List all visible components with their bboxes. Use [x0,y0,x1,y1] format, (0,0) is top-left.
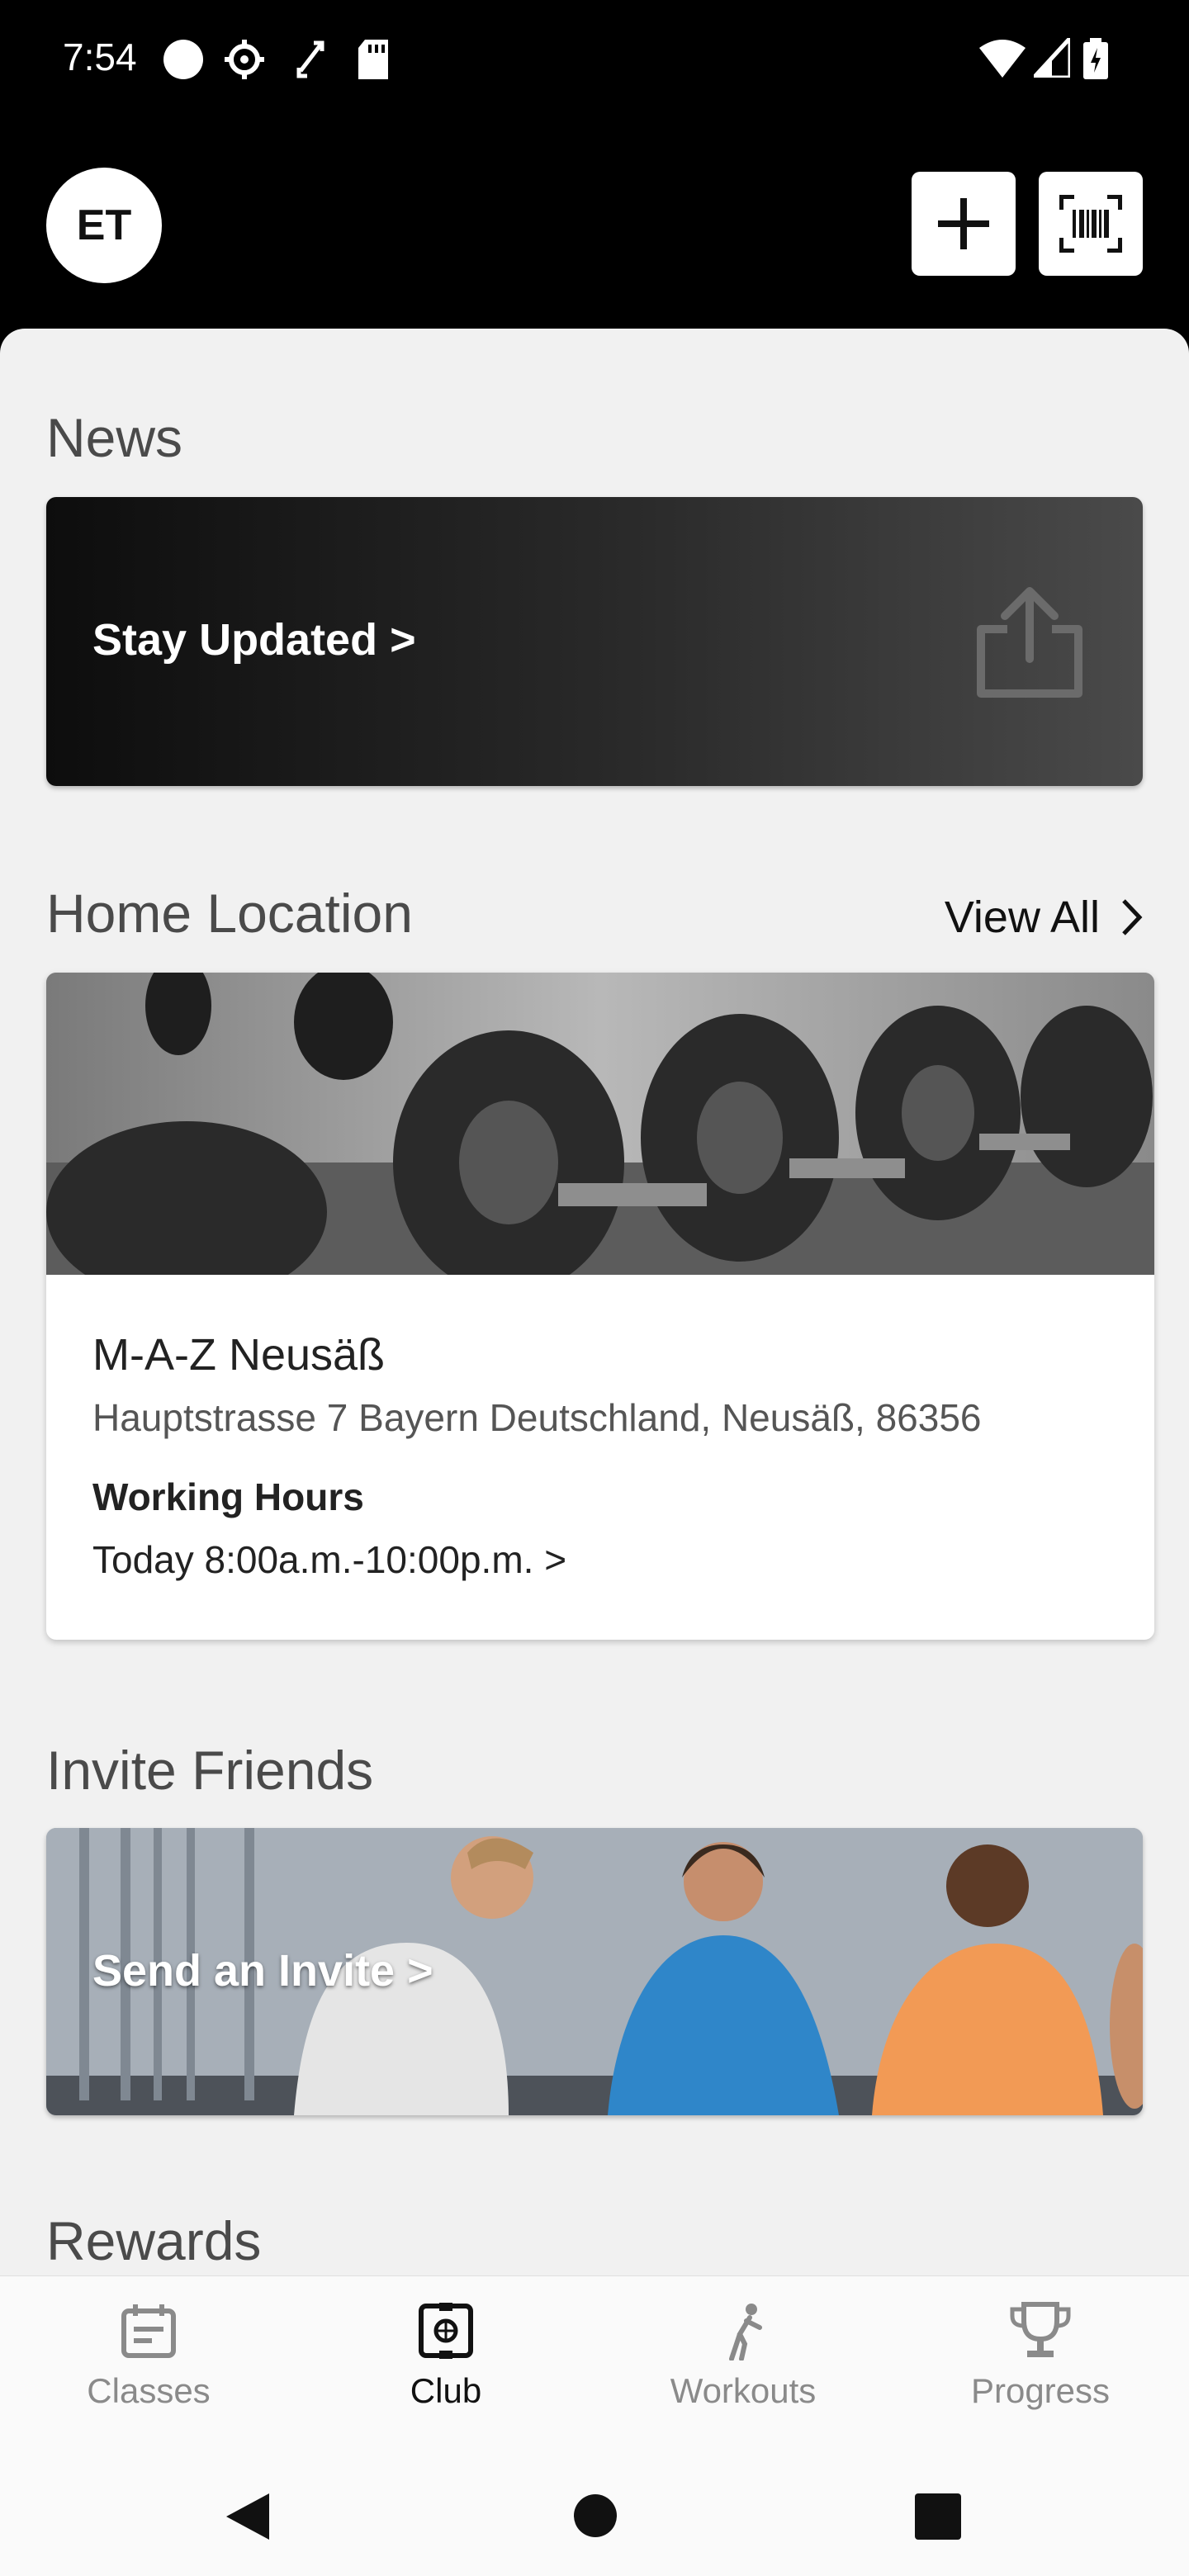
nav-club-label: Club [410,2371,482,2410]
recents-icon[interactable] [915,2493,961,2540]
sync-icon [296,40,324,78]
view-all-link[interactable]: View All [945,892,1143,943]
share-icon[interactable] [968,583,1092,702]
notification-dot-icon [163,40,203,79]
club-address: Hauptstrasse 7 Bayern Deutschland, Neusä… [92,1396,982,1439]
club-icon [419,2303,473,2359]
runner-icon [729,2304,762,2361]
news-banner[interactable]: Stay Updated > [46,497,1143,786]
today-hours-link[interactable]: Today 8:00a.m.-10:00p.m. > [92,1537,566,1582]
nav-classes-label: Classes [87,2371,211,2410]
add-button[interactable] [912,172,1016,276]
invite-banner[interactable]: Send an Invite > [46,1828,1143,2115]
barcode-scan-button[interactable] [1039,172,1143,276]
system-navigation-bar [0,2452,1189,2576]
invite-banner-text: Send an Invite > [92,1946,433,1996]
home-location-card[interactable]: M-A-Z Neusäß Hauptstrasse 7 Bayern Deuts… [46,973,1154,1640]
status-time: 7:54 [63,36,137,78]
signal-icon [1034,38,1070,78]
trophy-icon [1010,2302,1071,2357]
working-hours-label: Working Hours [92,1475,364,1518]
back-icon[interactable] [223,2490,272,2543]
sd-card-icon [358,40,388,79]
home-location-title: Home Location [46,883,413,944]
status-bar: 7:54 [0,0,1189,124]
nav-progress-label: Progress [970,2371,1111,2410]
nav-club[interactable]: Club [297,2301,594,2411]
calendar-icon [121,2304,176,2358]
home-icon[interactable] [573,2493,618,2538]
invite-friends-title: Invite Friends [46,1740,374,1801]
avatar[interactable]: ET [46,168,162,283]
chevron-right-icon [1122,899,1143,935]
nav-progress[interactable]: Progress [892,2301,1189,2411]
battery-icon [1083,38,1108,79]
nav-classes[interactable]: Classes [0,2301,297,2411]
nav-workouts[interactable]: Workouts [594,2301,892,2411]
settings-icon [225,40,264,79]
club-name: M-A-Z Neusäß [92,1330,386,1380]
news-banner-text: Stay Updated > [92,615,416,665]
view-all-label: View All [944,893,1100,942]
rewards-title: Rewards [46,2210,262,2271]
nav-workouts-label: Workouts [670,2371,817,2410]
plus-icon [938,198,989,249]
bottom-navigation: Classes Club Workouts Progress [0,2275,1189,2453]
wifi-icon [979,40,1026,78]
barcode-scan-icon [1059,195,1122,253]
gym-dumbbells-image [46,973,1154,1275]
news-title: News [46,407,183,468]
main-content[interactable]: News Stay Updated > Home Location View A… [0,329,1189,2576]
